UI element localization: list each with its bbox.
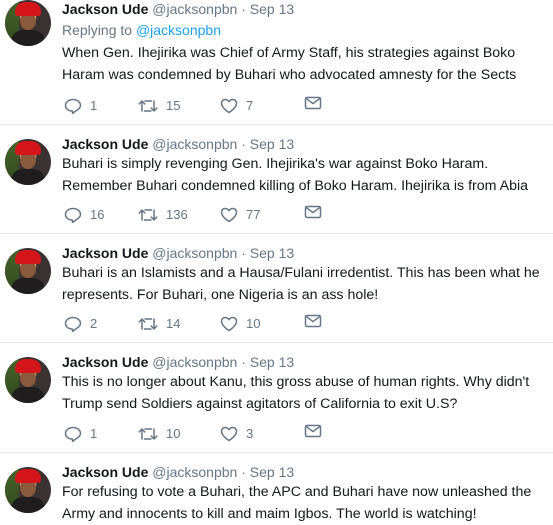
separator-dot: · — [241, 1, 246, 17]
heart-icon — [220, 426, 238, 442]
like-count: 77 — [246, 207, 261, 222]
separator-dot: · — [241, 245, 246, 261]
like-count: 3 — [246, 426, 254, 441]
retweet-icon — [138, 100, 158, 112]
author-handle[interactable]: @jacksonpbn — [152, 245, 237, 261]
retweet-icon — [138, 428, 158, 440]
reply-count: 16 — [90, 207, 105, 222]
direct-message-button[interactable] — [304, 314, 322, 328]
author-name[interactable]: Jackson Ude — [62, 245, 148, 261]
like-count: 10 — [246, 316, 261, 331]
tweet-header: Jackson Ude @jacksonpbn · Sep 13 — [62, 133, 294, 155]
retweet-button[interactable]: 136 — [138, 205, 188, 225]
envelope-icon — [304, 96, 322, 110]
retweet-button[interactable]: 10 — [138, 424, 180, 444]
replying-to-label: Replying to — [62, 22, 133, 38]
reply-icon — [64, 426, 82, 442]
author-handle[interactable]: @jacksonpbn — [152, 464, 237, 480]
retweet-button[interactable]: 14 — [138, 314, 180, 334]
author-handle[interactable]: @jacksonpbn — [152, 1, 237, 17]
separator-dot: · — [241, 354, 246, 370]
retweet-count: 15 — [166, 98, 181, 113]
avatar[interactable] — [5, 467, 51, 513]
author-name[interactable]: Jackson Ude — [62, 136, 148, 152]
reply-count: 1 — [90, 98, 98, 113]
avatar[interactable] — [5, 357, 51, 403]
retweet-count: 10 — [166, 426, 181, 441]
tweet[interactable]: Jackson Ude @jacksonpbn · Sep 13 Buhari … — [0, 125, 553, 234]
like-button[interactable]: 3 — [220, 424, 253, 444]
avatar[interactable] — [5, 248, 51, 294]
reply-icon — [64, 98, 82, 114]
author-name[interactable]: Jackson Ude — [62, 354, 148, 370]
reply-icon — [64, 316, 82, 332]
heart-icon — [220, 98, 238, 114]
tweet-header: Jackson Ude @jacksonpbn · Sep 13 — [62, 461, 294, 483]
replying-to-mention[interactable]: @jacksonpbn — [136, 22, 221, 38]
like-button[interactable]: 7 — [220, 96, 253, 116]
heart-icon — [220, 207, 238, 223]
tweet-text: For refusing to vote a Buhari, the APC a… — [62, 484, 532, 522]
reply-count: 1 — [90, 426, 98, 441]
retweet-count: 136 — [166, 207, 188, 222]
author-handle[interactable]: @jacksonpbn — [152, 136, 237, 152]
tweet-date[interactable]: Sep 13 — [250, 136, 294, 152]
reply-button[interactable]: 1 — [64, 96, 97, 116]
retweet-count: 14 — [166, 316, 181, 331]
separator-dot: · — [241, 464, 246, 480]
tweet-header: Jackson Ude @jacksonpbn · Sep 13 — [62, 0, 294, 20]
reply-count: 2 — [90, 316, 98, 331]
like-count: 7 — [246, 98, 254, 113]
tweet-date[interactable]: Sep 13 — [250, 245, 294, 261]
tweet[interactable]: Jackson Ude @jacksonpbn · Sep 13 For ref… — [0, 453, 553, 522]
tweet-header: Jackson Ude @jacksonpbn · Sep 13 — [62, 351, 294, 373]
retweet-icon — [138, 318, 158, 330]
reply-button[interactable]: 1 — [64, 424, 97, 444]
avatar[interactable] — [5, 139, 51, 185]
tweet-date[interactable]: Sep 13 — [250, 1, 294, 17]
separator-dot: · — [241, 136, 246, 152]
timeline: Jackson Ude @jacksonpbn · Sep 13 Replyin… — [0, 0, 553, 522]
tweet-text: Buhari is an Islamists and a Hausa/Fulan… — [62, 265, 540, 303]
direct-message-button[interactable] — [304, 205, 322, 219]
author-name[interactable]: Jackson Ude — [62, 1, 148, 17]
like-button[interactable]: 77 — [220, 205, 260, 225]
retweet-button[interactable]: 15 — [138, 96, 180, 116]
tweet-header: Jackson Ude @jacksonpbn · Sep 13 — [62, 242, 294, 264]
envelope-icon — [304, 424, 322, 438]
reply-icon — [64, 207, 82, 223]
replying-to: Replying to @jacksonpbn — [62, 20, 221, 40]
tweet-text: This is no longer about Kanu, this gross… — [62, 374, 530, 412]
envelope-icon — [304, 205, 322, 219]
envelope-icon — [304, 314, 322, 328]
tweet[interactable]: Jackson Ude @jacksonpbn · Sep 13 Buhari … — [0, 234, 553, 343]
tweet-text: Buhari is simply revenging Gen. Ihejirik… — [62, 156, 529, 194]
heart-icon — [220, 316, 238, 332]
author-name[interactable]: Jackson Ude — [62, 464, 148, 480]
tweet[interactable]: Jackson Ude @jacksonpbn · Sep 13 This is… — [0, 343, 553, 453]
retweet-icon — [138, 209, 158, 221]
tweet-date[interactable]: Sep 13 — [250, 354, 294, 370]
direct-message-button[interactable] — [304, 96, 322, 110]
tweet-text: When Gen. Ihejirika was Chief of Army St… — [62, 45, 517, 83]
reply-button[interactable]: 2 — [64, 314, 97, 334]
avatar[interactable] — [5, 0, 51, 46]
direct-message-button[interactable] — [304, 424, 322, 438]
tweet[interactable]: Jackson Ude @jacksonpbn · Sep 13 Replyin… — [0, 0, 553, 125]
reply-button[interactable]: 16 — [64, 205, 104, 225]
like-button[interactable]: 10 — [220, 314, 260, 334]
tweet-date[interactable]: Sep 13 — [250, 464, 294, 480]
author-handle[interactable]: @jacksonpbn — [152, 354, 237, 370]
